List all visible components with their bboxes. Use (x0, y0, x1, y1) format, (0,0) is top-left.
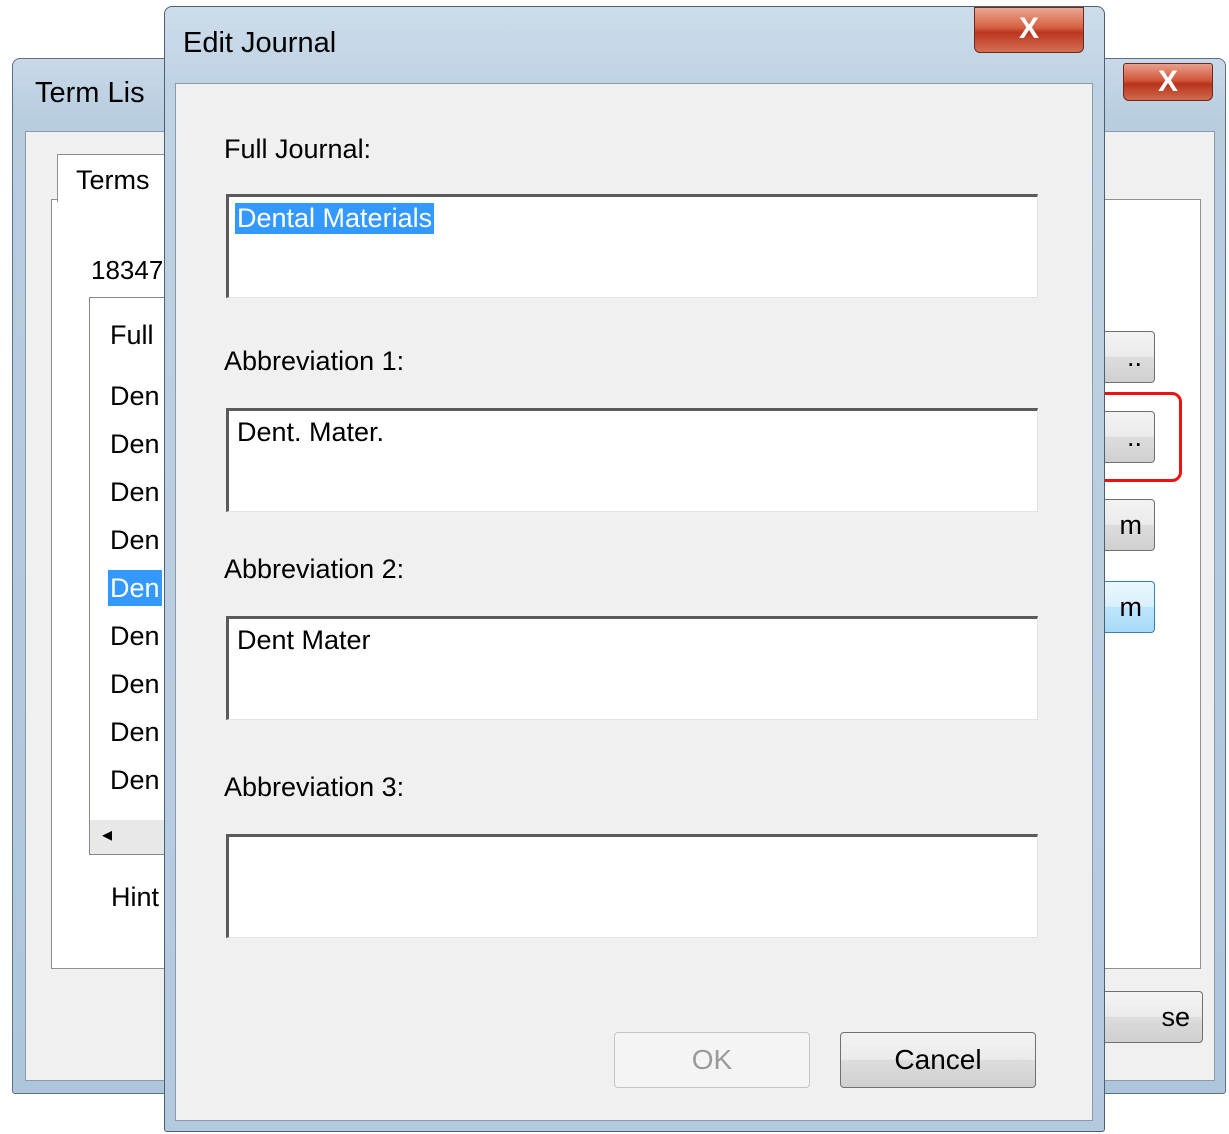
full-journal-label: Full Journal: (224, 134, 372, 164)
list-item[interactable]: Den (108, 522, 162, 558)
tab-label: Terms (76, 165, 150, 195)
abbreviation-2-value: Dent Mater (237, 625, 371, 655)
term-count: 18347 (91, 255, 164, 285)
list-item[interactable]: Den (108, 426, 162, 462)
full-journal-value: Dental Materials (235, 203, 435, 234)
window-title: Term Lis (35, 77, 145, 109)
column-header-full[interactable]: Full (110, 320, 154, 351)
list-item[interactable]: Den (108, 714, 162, 750)
full-journal-field[interactable]: Dental Materials (226, 194, 1038, 298)
abbreviation-2-field[interactable]: Dent Mater (226, 616, 1038, 720)
dialog-client-area: Full Journal: Dental Materials Abbreviat… (175, 83, 1093, 1121)
hint-text: Hint (111, 882, 160, 912)
close-button[interactable]: X (1123, 63, 1213, 101)
abbreviation-2-label: Abbreviation 2: (224, 554, 405, 584)
edit-journal-dialog: Edit Journal X Full Journal: Dental Mate… (164, 6, 1105, 1132)
ok-button[interactable]: OK (614, 1032, 810, 1088)
abbreviation-1-field[interactable]: Dent. Mater. (226, 408, 1038, 512)
tab-terms[interactable]: Terms (57, 154, 167, 202)
list-item[interactable]: Den (108, 474, 162, 510)
abbreviation-1-value: Dent. Mater. (237, 417, 385, 447)
scroll-left-icon[interactable]: ◂ (102, 822, 112, 847)
list-item[interactable]: Den (108, 666, 162, 702)
abbreviation-3-label: Abbreviation 3: (224, 772, 405, 802)
dialog-title: Edit Journal (183, 27, 337, 59)
abbreviation-3-field[interactable] (226, 834, 1038, 938)
list-item[interactable]: Den (108, 618, 162, 654)
list-item[interactable]: Den (108, 762, 162, 798)
abbreviation-1-label: Abbreviation 1: (224, 346, 405, 376)
list-item-selected[interactable]: Den (108, 570, 162, 606)
close-icon: X (1018, 12, 1039, 45)
cancel-button[interactable]: Cancel (840, 1032, 1036, 1088)
list-item[interactable]: Den (108, 378, 162, 414)
close-button[interactable]: X (974, 7, 1084, 53)
